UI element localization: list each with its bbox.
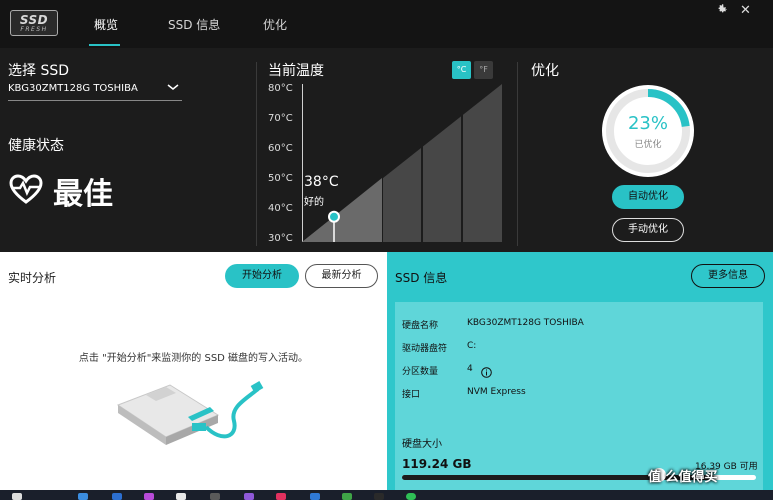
realtime-analysis-panel: 实时分析 开始分析 最新分析 点击 "开始分析"来监测你的 SSD 磁盘的写入活… xyxy=(0,252,387,490)
info-value: C: xyxy=(467,341,477,351)
current-temperature: 38°C xyxy=(304,174,339,190)
taskbar-app-icon[interactable] xyxy=(276,493,286,500)
health-status: 最佳 xyxy=(53,177,113,212)
start-analysis-button[interactable]: 开始分析 xyxy=(225,264,299,288)
taskbar-app-icon[interactable] xyxy=(342,493,352,500)
search-icon[interactable] xyxy=(12,493,22,500)
taskbar-app-icon[interactable] xyxy=(406,493,416,500)
taskbar-app-icon[interactable] xyxy=(374,493,384,500)
tab-optimize[interactable]: 优化 xyxy=(263,16,287,33)
app-logo: SSD FRESH xyxy=(10,10,58,36)
temperature-marker xyxy=(328,210,340,223)
optimize-title: 优化 xyxy=(531,63,559,79)
info-value: 4 xyxy=(467,364,473,374)
analysis-hint: 点击 "开始分析"来监测你的 SSD 磁盘的写入活动。 xyxy=(78,353,309,364)
taskbar-app-icon[interactable] xyxy=(310,493,320,500)
tab-overview[interactable]: 概览 xyxy=(94,16,118,33)
select-ssd-title: 选择 SSD xyxy=(8,63,70,79)
info-icon[interactable] xyxy=(481,363,492,382)
windows-taskbar xyxy=(0,490,773,500)
temp-tick: 40°C xyxy=(268,203,293,214)
info-key: 驱动器盘符 xyxy=(402,344,448,354)
taskbar-app-icon[interactable] xyxy=(176,493,186,500)
info-key: 分区数量 xyxy=(402,367,439,377)
info-key: 硬盘名称 xyxy=(402,321,439,331)
capacity-used: 119.24 GB xyxy=(402,457,472,471)
taskbar-app-icon[interactable] xyxy=(144,493,154,500)
logo-text: SSD xyxy=(19,12,49,27)
tab-ssd-info[interactable]: SSD 信息 xyxy=(168,16,220,33)
temp-tick: 30°C xyxy=(268,233,293,244)
temp-tick: 80°C xyxy=(268,83,293,94)
ssd-info-panel: SSD 信息 更多信息 硬盘名称 KBG30ZMT128G TOSHIBA 驱动… xyxy=(387,252,773,490)
manual-optimize-button[interactable]: 手动优化 xyxy=(612,218,684,242)
unit-fahrenheit-button[interactable]: °F xyxy=(474,61,493,79)
close-icon[interactable]: ✕ xyxy=(740,3,751,18)
optimize-percent: 23% xyxy=(627,113,668,134)
unit-celsius-button[interactable]: °C xyxy=(452,61,471,79)
taskbar-app-icon[interactable] xyxy=(112,493,122,500)
watermark-text: 值 么值得买 xyxy=(648,470,718,485)
capacity-title: 硬盘大小 xyxy=(402,439,442,450)
health-title: 健康状态 xyxy=(8,138,64,154)
temperature-state: 好的 xyxy=(304,197,324,208)
active-tab-indicator xyxy=(89,44,120,46)
overview-top: 选择 SSD KBG30ZMT128G TOSHIBA 健康状态 最佳 当前温度… xyxy=(0,48,773,252)
ssd-dropdown[interactable]: KBG30ZMT128G TOSHIBA xyxy=(8,83,182,101)
divider xyxy=(256,62,257,246)
chevron-down-icon xyxy=(167,82,179,95)
taskbar-app-icon[interactable] xyxy=(78,493,88,500)
temp-tick: 70°C xyxy=(268,113,293,124)
gear-icon[interactable] xyxy=(716,3,728,19)
ssd-dropdown-value: KBG30ZMT128G TOSHIBA xyxy=(8,83,138,94)
divider xyxy=(517,62,518,246)
info-value: KBG30ZMT128G TOSHIBA xyxy=(467,318,584,328)
temp-tick: 60°C xyxy=(268,143,293,154)
title-bar: SSD FRESH 概览 SSD 信息 优化 ✕ xyxy=(0,0,773,48)
realtime-title: 实时分析 xyxy=(8,271,57,285)
heart-pulse-icon xyxy=(9,174,43,208)
ssd-info-title: SSD 信息 xyxy=(395,271,448,285)
latest-analysis-button[interactable]: 最新分析 xyxy=(305,264,378,288)
info-key: 接口 xyxy=(402,390,421,400)
taskbar-app-icon[interactable] xyxy=(210,493,220,500)
temp-tick: 50°C xyxy=(268,173,293,184)
logo-subtext: FRESH xyxy=(20,25,48,33)
info-value: NVM Express xyxy=(467,387,526,397)
ssd-info-card: 硬盘名称 KBG30ZMT128G TOSHIBA 驱动器盘符 C: 分区数量 … xyxy=(395,302,763,490)
auto-optimize-button[interactable]: 自动优化 xyxy=(612,185,684,209)
temperature-gauge-chart xyxy=(302,84,502,242)
external-drive-illustration xyxy=(116,381,264,445)
more-info-button[interactable]: 更多信息 xyxy=(691,264,765,288)
temperature-title: 当前温度 xyxy=(268,63,324,79)
optimize-label: 已优化 xyxy=(634,140,662,150)
taskbar-app-icon[interactable] xyxy=(244,493,254,500)
